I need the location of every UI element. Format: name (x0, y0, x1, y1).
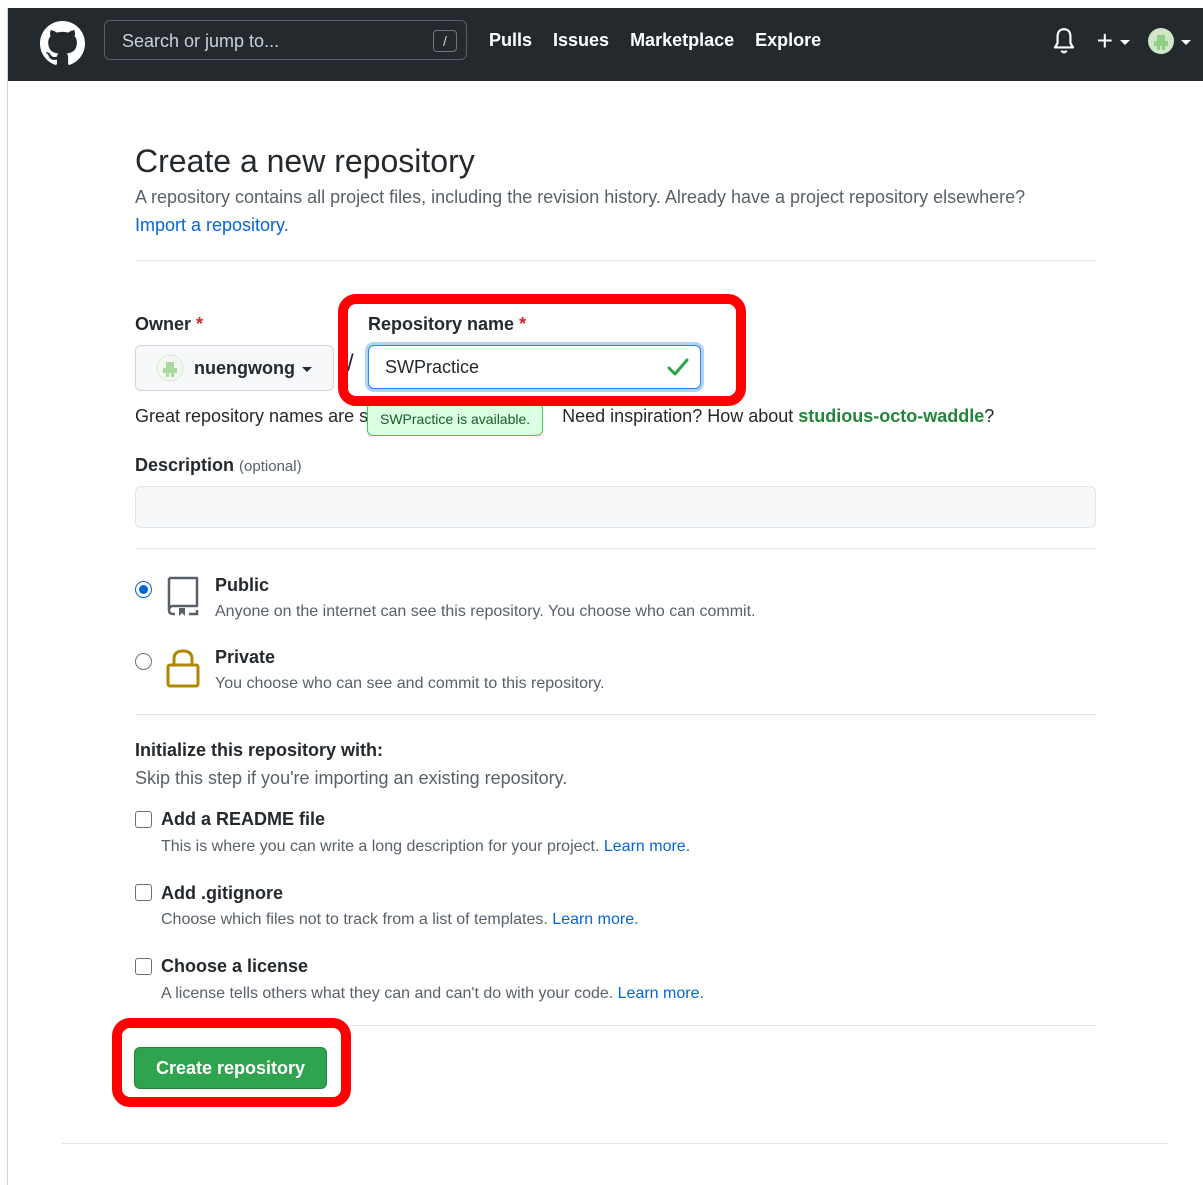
private-radio[interactable] (135, 653, 152, 670)
owner-label: Owner * (135, 314, 203, 335)
bell-icon[interactable] (1051, 26, 1077, 56)
description-label-text: Description (135, 455, 235, 475)
availability-tooltip: SWPractice is available. (367, 402, 544, 436)
repo-name-label: Repository name * (368, 314, 526, 335)
license-title: Choose a license (161, 956, 309, 976)
nav-pulls[interactable]: Pulls (489, 30, 532, 51)
initialize-title: Initialize this repository with: (135, 740, 384, 760)
avatar (1148, 28, 1174, 54)
hint-prefix: Great repository names are s (135, 406, 369, 426)
description-label: Description (optional) (135, 455, 302, 476)
repo-icon (167, 576, 199, 616)
repo-name-input[interactable] (368, 345, 701, 389)
name-suggestion-link[interactable]: studious-octo-waddle (798, 406, 984, 426)
search-shortcut-key: / (433, 30, 457, 52)
owner-select[interactable]: nuengwong (135, 345, 334, 391)
owner-name: nuengwong (194, 357, 295, 378)
window-frame-left (0, 8, 8, 1185)
top-header: Search or jump to... / Pulls Issues Mark… (8, 8, 1203, 81)
repo-name-label-text: Repository name (368, 314, 515, 334)
description-input[interactable] (135, 486, 1096, 528)
hint-middle: Need inspiration? How about (562, 406, 799, 426)
license-description: A license tells others what they can and… (161, 985, 704, 1003)
nav-explore[interactable]: Explore (755, 30, 821, 51)
gitignore-desc-text: Choose which files not to track from a l… (161, 911, 548, 928)
github-octocat-icon[interactable] (40, 21, 85, 66)
page-title: Create a new repository (135, 143, 475, 179)
divider (135, 714, 1096, 715)
plus-icon: + (1096, 25, 1113, 56)
required-mark: * (519, 314, 527, 334)
gitignore-title: Add .gitignore (161, 883, 283, 903)
gitignore-learn-more-link[interactable]: Learn more. (552, 911, 638, 928)
readme-title: Add a README file (161, 809, 326, 829)
optional-tag: (optional) (239, 458, 302, 475)
chevron-down-icon (1181, 39, 1191, 45)
public-description: Anyone on the internet can see this repo… (215, 603, 756, 620)
chevron-down-icon (301, 366, 312, 372)
hint-suffix: ? (984, 406, 995, 426)
owner-label-text: Owner (135, 314, 192, 334)
readme-learn-more-link[interactable]: Learn more. (604, 838, 690, 855)
public-title: Public (215, 575, 270, 595)
license-learn-more-link[interactable]: Learn more. (618, 985, 704, 1002)
header-actions: + (1051, 26, 1191, 56)
required-mark: * (196, 314, 204, 334)
nav-issues[interactable]: Issues (553, 30, 609, 51)
chevron-down-icon (1120, 39, 1130, 45)
gitignore-description: Choose which files not to track from a l… (161, 911, 639, 929)
create-repository-button[interactable]: Create repository (134, 1047, 327, 1089)
search-box[interactable]: Search or jump to... / (104, 20, 467, 60)
owner-avatar (156, 354, 184, 382)
user-menu[interactable] (1148, 28, 1191, 54)
divider (135, 1025, 1096, 1026)
readme-checkbox[interactable] (135, 811, 152, 828)
initialize-subtitle: Skip this step if you're importing an ex… (135, 768, 568, 788)
name-hint: Great repository names are s Need inspira… (135, 406, 994, 427)
window-frame-top (0, 0, 1203, 8)
readme-desc-text: This is where you can write a long descr… (161, 838, 600, 855)
license-checkbox[interactable] (135, 958, 152, 975)
create-new-menu[interactable]: + (1097, 27, 1130, 55)
readme-description: This is where you can write a long descr… (161, 838, 690, 856)
divider (135, 548, 1096, 549)
divider (135, 260, 1096, 261)
private-description: You choose who can see and commit to thi… (215, 675, 605, 692)
gitignore-checkbox[interactable] (135, 884, 152, 901)
main-nav: Pulls Issues Marketplace Explore (489, 30, 821, 51)
nav-marketplace[interactable]: Marketplace (630, 30, 734, 51)
license-desc-text: A license tells others what they can and… (161, 985, 614, 1002)
owner-repo-separator: / (347, 350, 354, 377)
footer-divider (62, 1143, 1168, 1144)
public-radio[interactable] (135, 581, 152, 598)
page-subtitle: A repository contains all project files,… (135, 187, 1026, 207)
lock-icon (166, 649, 200, 688)
check-icon (667, 358, 689, 376)
search-placeholder: Search or jump to... (122, 31, 280, 51)
import-repository-link[interactable]: Import a repository. (135, 215, 289, 236)
private-title: Private (215, 647, 276, 667)
